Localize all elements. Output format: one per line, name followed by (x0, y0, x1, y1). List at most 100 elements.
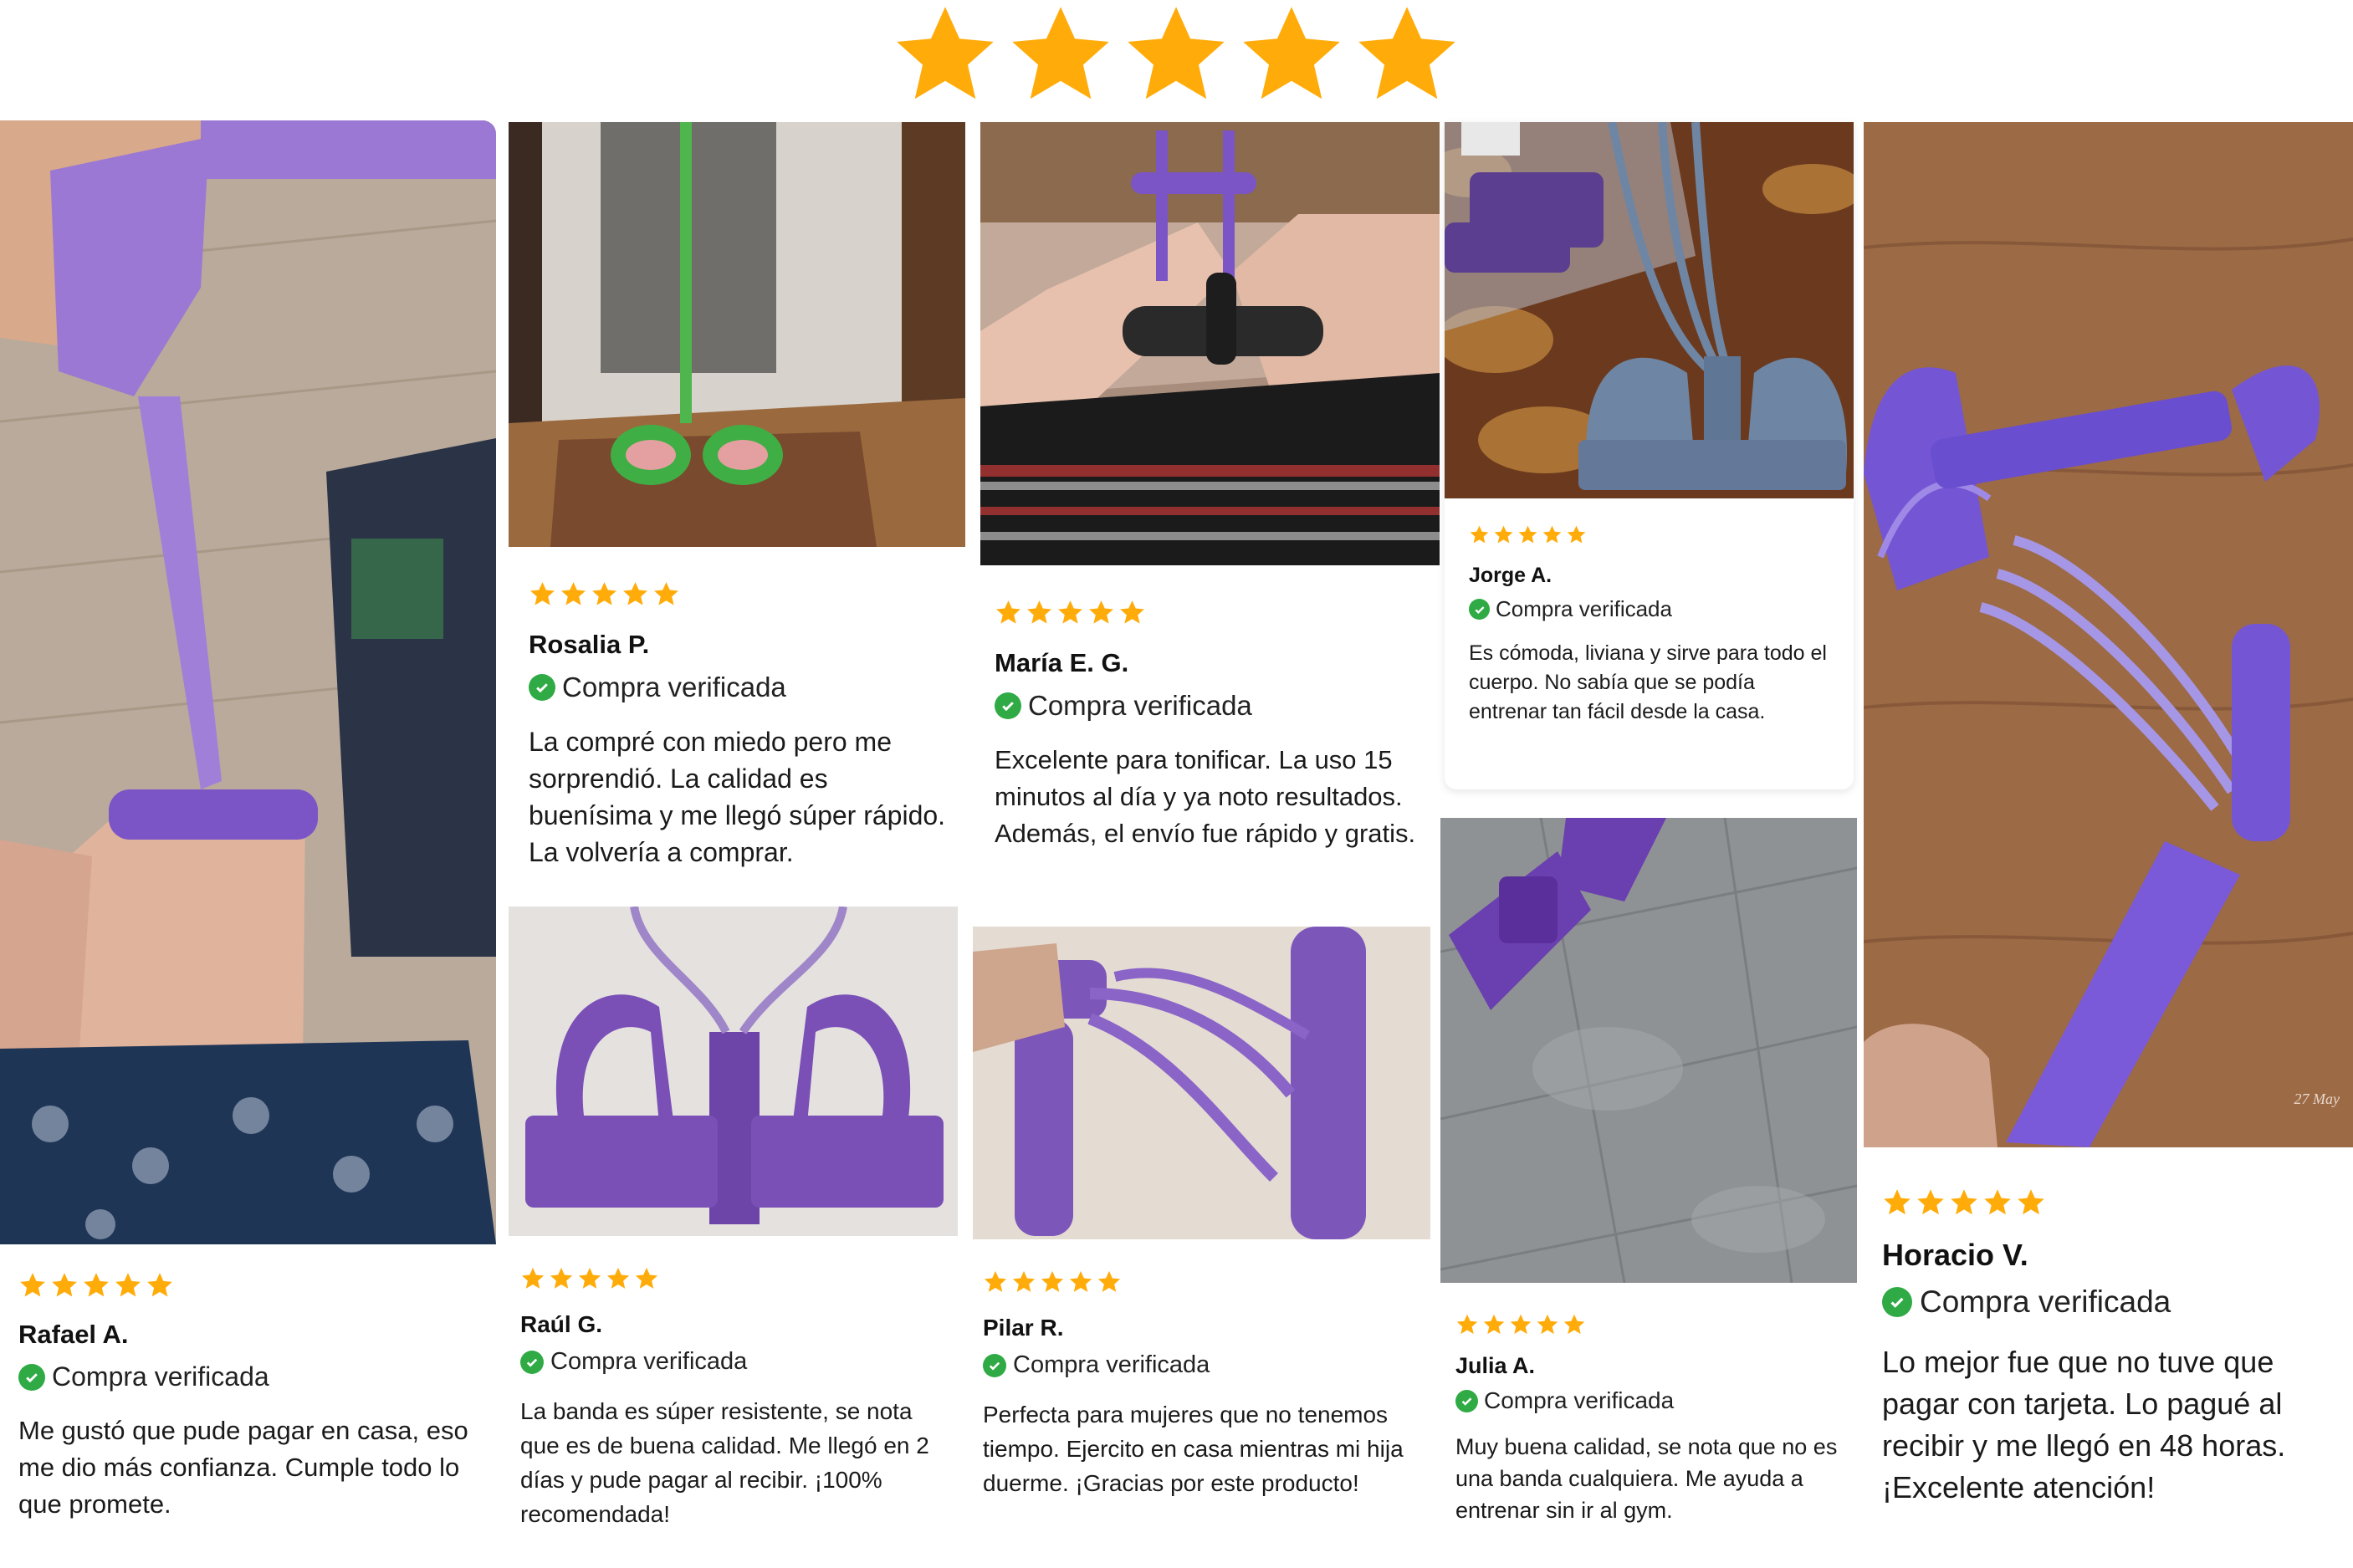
reviewer-name: María E. G. (995, 648, 1129, 677)
star-icon (621, 580, 649, 608)
verified-badge: Compra verificada (1455, 1387, 1849, 1414)
star-icon (890, 0, 1000, 110)
review-text: Es cómoda, liviana y sirve para todo el … (1469, 641, 1827, 723)
review-card-jorge: Jorge A. Compra verificada Es cómoda, li… (1469, 524, 1845, 727)
star-icon (1517, 524, 1538, 545)
star-icon (577, 1266, 602, 1291)
review-text: Lo mejor fue que no tuve que pagar con t… (1882, 1345, 2286, 1504)
review-photo-jorge (1445, 122, 1854, 498)
star-icon (1982, 1187, 2013, 1218)
rating-stars (995, 599, 1446, 626)
star-icon (1563, 1313, 1586, 1336)
review-text: Excelente para tonificar. La uso 15 minu… (995, 745, 1416, 848)
star-icon (1469, 524, 1490, 545)
star-icon (1566, 524, 1587, 545)
star-icon (1005, 0, 1116, 110)
review-photo-rosalia (509, 122, 965, 547)
review-photo-maria (980, 122, 1440, 565)
star-icon (634, 1266, 659, 1291)
star-icon (1068, 1269, 1093, 1295)
rating-stars (1469, 524, 1845, 545)
star-icon (114, 1271, 142, 1300)
reviewer-name: Horacio V. (1882, 1238, 2028, 1272)
star-icon (591, 580, 618, 608)
star-icon (652, 580, 680, 608)
star-icon (1455, 1313, 1479, 1336)
star-icon (82, 1271, 110, 1300)
check-circle-icon (520, 1350, 544, 1374)
star-icon (1097, 1269, 1122, 1295)
check-circle-icon (995, 692, 1021, 719)
verified-badge: Compra verificada (520, 1348, 959, 1376)
review-card-maria: María E. G. Compra verificada Excelente … (995, 599, 1446, 852)
star-icon (2016, 1187, 2046, 1218)
review-photo-pilar (973, 927, 1430, 1239)
star-icon (529, 580, 556, 608)
star-icon (1118, 599, 1146, 626)
star-icon (549, 1266, 574, 1291)
star-icon (146, 1271, 174, 1300)
star-icon (1493, 524, 1514, 545)
reviewer-name: Raúl G. (520, 1311, 603, 1337)
star-icon (560, 580, 587, 608)
star-icon (50, 1271, 79, 1300)
check-circle-icon (1882, 1287, 1912, 1317)
review-card-raul: Raúl G. Compra verificada La banda es sú… (520, 1266, 959, 1531)
review-card-pilar: Pilar R. Compra verificada Perfecta para… (983, 1269, 1435, 1500)
verified-badge: Compra verificada (529, 672, 964, 703)
star-icon (1040, 1269, 1065, 1295)
star-icon (1509, 1313, 1532, 1336)
review-text: La compré con miedo pero me sorprendió. … (529, 727, 946, 867)
review-card-horacio: Horacio V. Compra verificada Lo mejor fu… (1882, 1187, 2342, 1509)
review-text: Perfecta para mujeres que no tenemos tie… (983, 1402, 1404, 1496)
star-icon (1121, 0, 1231, 110)
reviewer-name: Julia A. (1455, 1353, 1536, 1378)
verified-badge: Compra verificada (995, 690, 1446, 722)
reviewer-name: Rosalia P. (529, 630, 650, 659)
review-photo-horacio: 27 May (1864, 122, 2353, 1147)
star-icon (1882, 1187, 1912, 1218)
check-circle-icon (1455, 1389, 1478, 1412)
rating-stars (1882, 1187, 2342, 1218)
rating-stars (1455, 1313, 1849, 1336)
reviewer-name: Rafael A. (18, 1320, 129, 1349)
review-card-rafael: Rafael A. Compra verificada Me gustó que… (18, 1271, 487, 1523)
verified-badge: Compra verificada (18, 1361, 487, 1392)
star-icon (606, 1266, 631, 1291)
review-card-rosalia: Rosalia P. Compra verificada La compré c… (529, 580, 964, 871)
review-photo-rafael (0, 120, 496, 1244)
rating-stars (983, 1269, 1435, 1295)
top-rating-stars (890, 0, 1467, 117)
star-icon (995, 599, 1022, 626)
rating-stars (18, 1271, 487, 1300)
rating-stars (520, 1266, 959, 1291)
rating-stars (529, 580, 964, 608)
star-icon (1536, 1313, 1559, 1336)
review-card-julia: Julia A. Compra verificada Muy buena cal… (1455, 1313, 1849, 1526)
photo-watermark: 27 May (2294, 1090, 2340, 1107)
star-icon (1916, 1187, 1946, 1218)
reviewer-name: Pilar R. (983, 1315, 1064, 1341)
star-icon (983, 1269, 1008, 1295)
star-icon (520, 1266, 545, 1291)
star-icon (1236, 0, 1347, 110)
reviewer-name: Jorge A. (1469, 564, 1552, 587)
star-icon (18, 1271, 47, 1300)
star-icon (1949, 1187, 1979, 1218)
check-circle-icon (18, 1363, 45, 1391)
review-text: La banda es súper resistente, se nota qu… (520, 1398, 929, 1527)
verified-badge: Compra verificada (1882, 1285, 2342, 1320)
star-icon (1542, 524, 1563, 545)
star-icon (1026, 599, 1053, 626)
star-icon (1087, 599, 1115, 626)
star-icon (1056, 599, 1084, 626)
review-photo-raul (509, 907, 958, 1236)
check-circle-icon (983, 1353, 1006, 1377)
star-icon (1011, 1269, 1036, 1295)
verified-badge: Compra verificada (983, 1351, 1435, 1379)
review-photo-julia (1440, 818, 1857, 1283)
check-circle-icon (529, 674, 555, 701)
check-circle-icon (1469, 599, 1490, 620)
review-text: Muy buena calidad, se nota que no es una… (1455, 1434, 1838, 1523)
verified-badge: Compra verificada (1469, 596, 1845, 622)
